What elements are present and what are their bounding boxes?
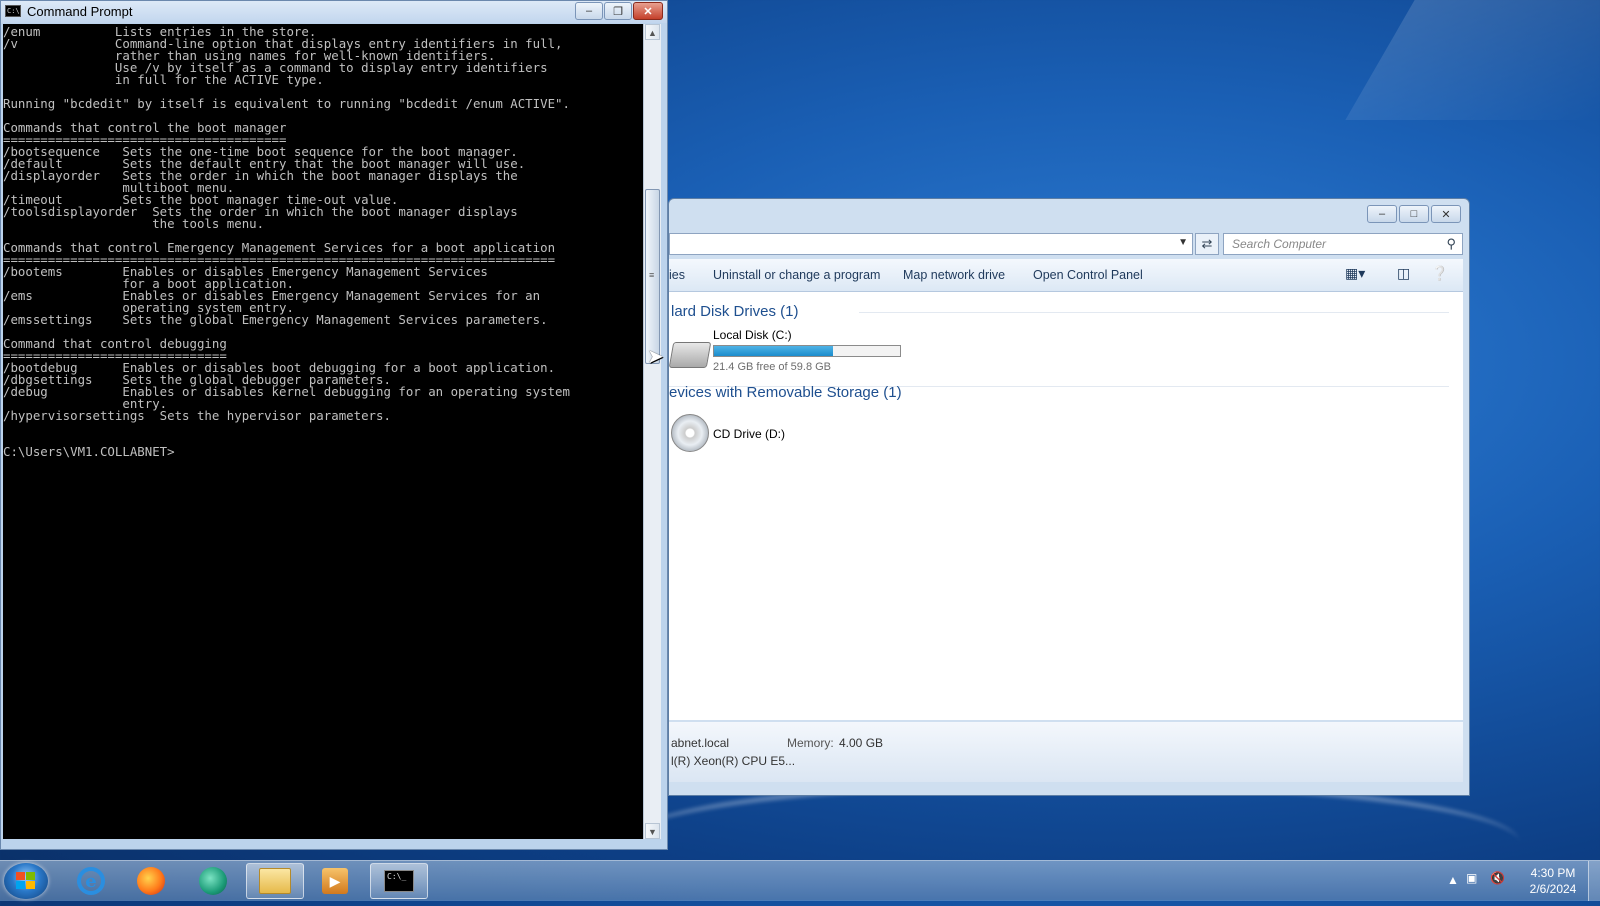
group-removable-storage[interactable]: evices with Removable Storage (1) [669,384,902,401]
console-text: /enum Lists entries in the store. /v Com… [3,24,570,459]
command-prompt-icon: C:\_ [384,870,414,892]
network-icon[interactable]: ▣ [1466,871,1477,885]
cmd-window-title: Command Prompt [27,4,133,19]
preview-pane-icon[interactable]: ◫ [1397,265,1410,282]
drive-c-name: Local Disk (C:) [713,328,792,342]
cmd-titlebar[interactable]: C:\ Command Prompt – ❐ ✕ [1,1,667,23]
minimize-button[interactable]: – [1367,205,1397,223]
firefox-icon [137,867,165,895]
clock-date: 2/6/2024 [1529,882,1577,896]
address-bar[interactable]: ▼ [669,233,1193,255]
help-icon[interactable]: ❔ [1431,265,1448,282]
drive-c-free-space: 21.4 GB free of 59.8 GB [713,361,832,373]
taskbar: e ▶ C:\_ ▲ ▣ 🔇 4:30 PM 2/6/2024 [0,860,1600,901]
vertical-scrollbar[interactable]: ▲ ≡ ▼ [643,24,661,839]
taskbar-command-prompt[interactable]: C:\_ [370,863,428,899]
details-cpu: l(R) Xeon(R) CPU E5... [671,754,796,768]
console-output-area[interactable]: /enum Lists entries in the store. /v Com… [3,24,643,839]
cmd-close-button[interactable]: ✕ [633,2,663,20]
maximize-button[interactable]: □ [1399,205,1429,223]
cmd-minimize-button[interactable]: – [575,2,603,20]
map-network-drive-button[interactable]: Map network drive [903,268,1005,282]
start-button[interactable] [4,863,48,899]
folder-icon [259,868,291,894]
desktop-light-ray [1345,0,1600,120]
cmd-app-icon[interactable]: C:\ [5,5,21,17]
windows-logo-icon [16,872,36,890]
grip-icon: ≡ [649,270,655,280]
explorer-titlebar[interactable]: – □ ✕ [669,199,1469,233]
cd-drive-icon [671,414,709,452]
media-player-icon: ▶ [322,868,348,894]
group-hard-disk-drives[interactable]: lard Disk Drives (1) [671,303,799,320]
clock-time: 4:30 PM [1530,866,1576,880]
explorer-window[interactable]: – □ ✕ ▼ ⇄ Search Computer ⚲ ies Uninstal… [668,198,1470,796]
taskbar-firefox[interactable] [122,863,180,899]
taskbar-internet-explorer[interactable]: e [62,863,120,899]
search-placeholder: Search Computer [1232,237,1327,251]
scrollbar-thumb[interactable]: ≡ [645,189,660,364]
chevron-down-icon[interactable]: ▼ [1178,237,1188,248]
scroll-down-arrow-icon[interactable]: ▼ [645,823,660,839]
details-domain: abnet.local [671,736,730,750]
mouse-cursor-icon: ➤ [647,346,664,368]
command-bar: ies Uninstall or change a program Map ne… [669,259,1463,292]
content-pane: lard Disk Drives (1) Local Disk (C:) 21.… [668,292,1463,720]
details-pane: abnet.local Memory: 4.00 GB l(R) Xeon(R)… [669,722,1463,782]
scroll-up-arrow-icon[interactable]: ▲ [645,24,660,40]
show-hidden-icons-icon[interactable]: ▲ [1447,873,1459,887]
details-memory-value: 4.00 GB [839,736,884,750]
taskbar-media-player[interactable]: ▶ [306,863,364,899]
search-icon[interactable]: ⚲ [1446,236,1456,252]
drive-d-name: CD Drive (D:) [713,427,785,441]
cmd-restore-button[interactable]: ❐ [604,2,632,20]
close-button[interactable]: ✕ [1431,205,1461,223]
hard-disk-icon [668,342,712,368]
uninstall-program-button[interactable]: Uninstall or change a program [713,268,880,282]
taskbar-windows-explorer[interactable] [246,863,304,899]
open-control-panel-button[interactable]: Open Control Panel [1033,268,1143,282]
volume-muted-icon[interactable]: 🔇 [1490,871,1505,885]
clock[interactable]: 4:30 PM 2/6/2024 [1520,865,1586,897]
properties-button[interactable]: ies [669,268,685,282]
command-prompt-window[interactable]: C:\ Command Prompt – ❐ ✕ /enum Lists ent… [0,0,668,850]
internet-explorer-icon: e [77,867,105,895]
view-options-icon[interactable]: ▦▾ [1345,265,1365,282]
drive-c-usage-fill [714,346,834,356]
refresh-button[interactable]: ⇄ [1195,233,1219,255]
search-input[interactable]: Search Computer ⚲ [1223,233,1463,255]
vmware-icon [199,867,227,895]
details-memory-label: Memory: [787,736,834,750]
show-desktop-button[interactable] [1588,861,1600,901]
drive-c-usage-bar [713,345,901,357]
group-divider [859,312,1449,313]
taskbar-vmware[interactable] [184,863,242,899]
